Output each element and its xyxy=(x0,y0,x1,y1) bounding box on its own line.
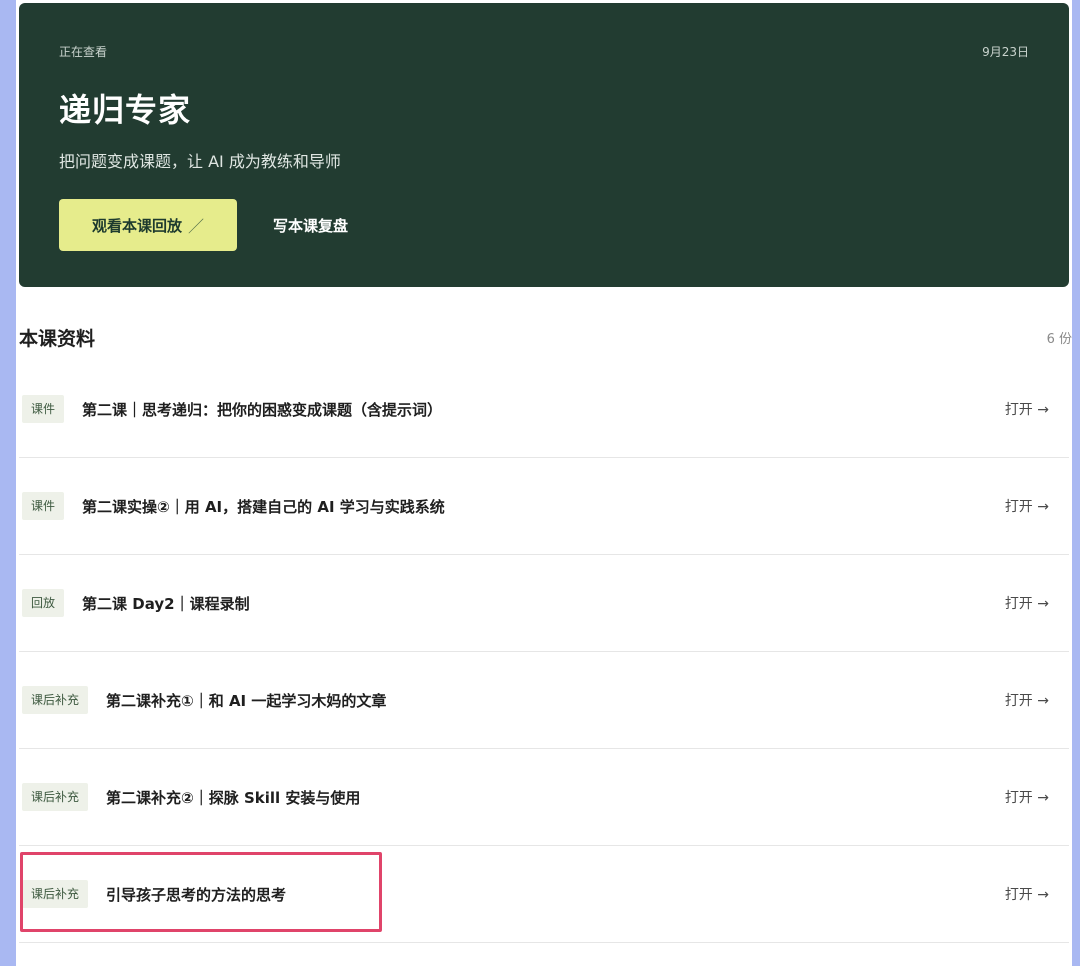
lesson-subtitle: 把问题变成课题，让 AI 成为教练和导师 xyxy=(59,152,341,171)
open-link[interactable]: 打开 → xyxy=(1005,690,1049,710)
open-link[interactable]: 打开 → xyxy=(1005,496,1049,516)
materials-header: 本课资料 6 份 xyxy=(19,322,1072,352)
material-title: 引导孩子思考的方法的思考 xyxy=(106,885,287,904)
material-row[interactable]: 回放 第二课 Day2｜课程录制 打开 → xyxy=(19,555,1069,652)
material-row[interactable]: 课后补充 第二课补充①｜和 AI 一起学习木妈的文章 打开 → xyxy=(19,652,1069,749)
material-tag: 课后补充 xyxy=(22,783,89,811)
now-viewing-label: 正在查看 xyxy=(59,45,108,59)
course-page: 正在查看 9月23日 递归专家 把问题变成课题，让 AI 成为教练和导师 观看本… xyxy=(16,0,1072,966)
material-row[interactable]: 课件 第二课｜思考递归：把你的困惑变成课题（含提示词） 打开 → xyxy=(19,361,1069,458)
hero-banner: 正在查看 9月23日 递归专家 把问题变成课题，让 AI 成为教练和导师 观看本… xyxy=(19,3,1069,287)
materials-title: 本课资料 xyxy=(19,328,96,350)
write-review-button[interactable]: 写本课复盘 xyxy=(273,199,348,251)
open-link[interactable]: 打开 → xyxy=(1005,787,1049,807)
open-link[interactable]: 打开 → xyxy=(1005,884,1049,904)
material-row[interactable]: 课后补充 第二课补充②｜探脉 Skill 安装与使用 打开 → xyxy=(19,749,1069,846)
watch-replay-button[interactable]: 观看本课回放 ／ xyxy=(59,199,237,251)
material-title: 第二课实操②｜用 AI，搭建自己的 AI 学习与实践系统 xyxy=(82,497,445,516)
lesson-date: 9月23日 xyxy=(982,45,1029,59)
material-row[interactable]: 课后补充 引导孩子思考的方法的思考 打开 → xyxy=(19,846,1069,943)
material-title: 第二课 Day2｜课程录制 xyxy=(82,594,250,613)
material-tag: 课件 xyxy=(22,492,65,520)
lesson-title: 递归专家 xyxy=(59,91,192,129)
open-link[interactable]: 打开 → xyxy=(1005,399,1049,419)
material-tag: 回放 xyxy=(22,589,65,617)
arrow-up-right-icon: ／ xyxy=(188,217,205,236)
material-title: 第二课｜思考递归：把你的困惑变成课题（含提示词） xyxy=(82,400,443,419)
materials-list: 课件 第二课｜思考递归：把你的困惑变成课题（含提示词） 打开 → 课件 第二课实… xyxy=(19,361,1069,943)
material-title: 第二课补充①｜和 AI 一起学习木妈的文章 xyxy=(106,691,387,710)
material-tag: 课件 xyxy=(22,395,65,423)
materials-count: 6 份 xyxy=(1046,332,1072,347)
material-row[interactable]: 课件 第二课实操②｜用 AI，搭建自己的 AI 学习与实践系统 打开 → xyxy=(19,458,1069,555)
material-tag: 课后补充 xyxy=(22,880,89,908)
watch-replay-label: 观看本课回放 xyxy=(91,216,182,235)
open-link[interactable]: 打开 → xyxy=(1005,593,1049,613)
material-title: 第二课补充②｜探脉 Skill 安装与使用 xyxy=(106,788,361,807)
material-tag: 课后补充 xyxy=(22,686,89,714)
